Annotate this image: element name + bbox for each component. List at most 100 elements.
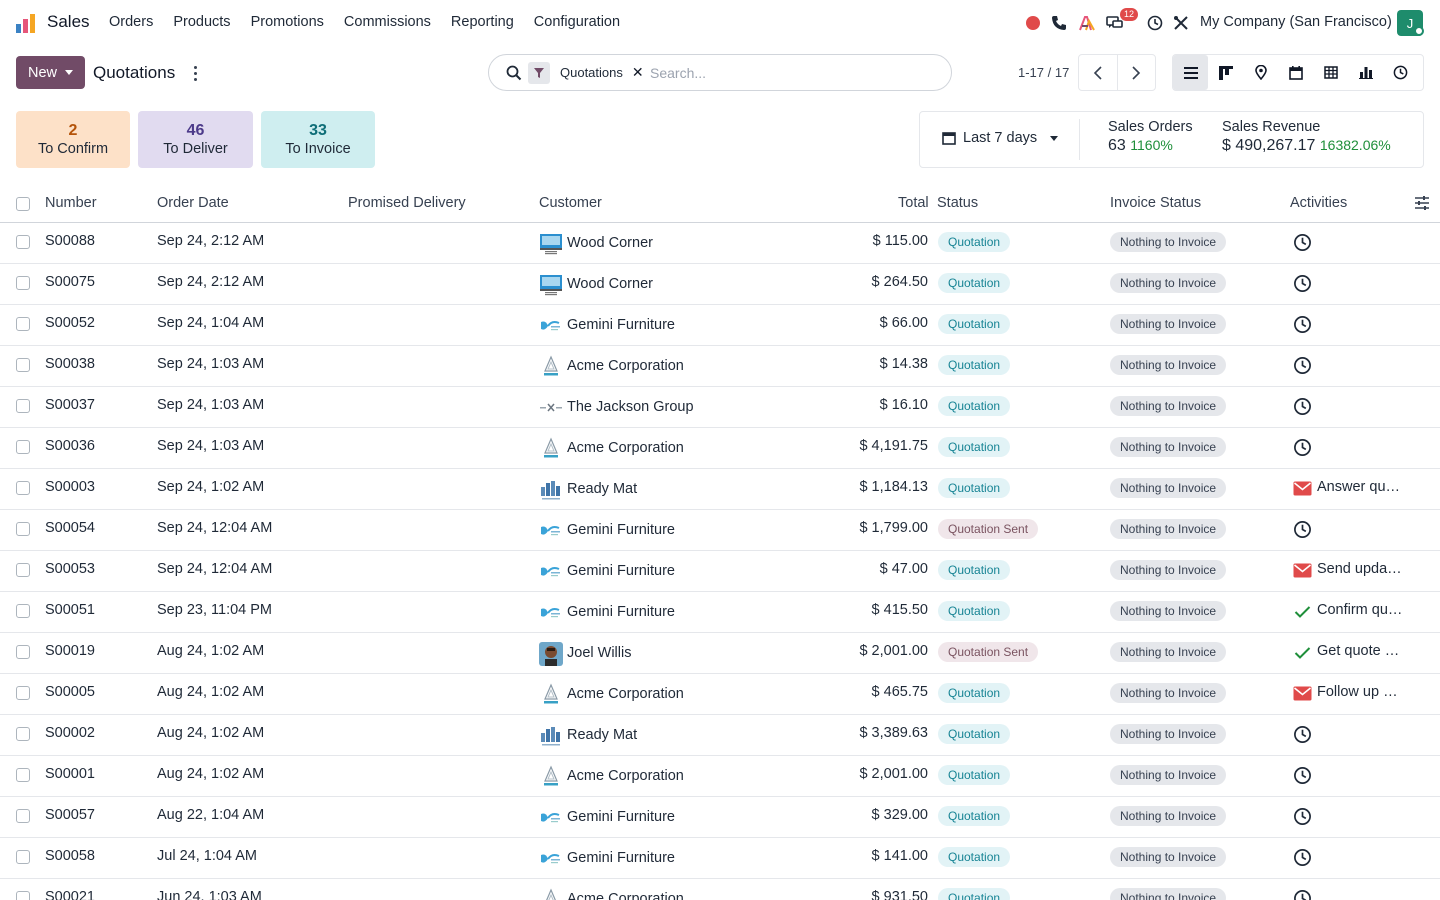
table-row[interactable]: S00003 Sep 24, 1:02 AM Ready Mat $ 1,184.13… (0, 469, 1440, 510)
column-promised-delivery[interactable]: Promised Delivery (348, 195, 466, 211)
activity-view-button[interactable] (1383, 55, 1418, 90)
map-view-button[interactable] (1243, 55, 1278, 90)
table-row[interactable]: S00002 Aug 24, 1:02 AM Ready Mat $ 3,389.63… (0, 715, 1440, 756)
ai-icon[interactable] (1078, 14, 1096, 32)
menu-promotions[interactable]: Promotions (251, 14, 324, 30)
row-checkbox[interactable] (16, 727, 30, 741)
calendar-view-button[interactable] (1278, 55, 1313, 90)
checkmark-icon[interactable] (1293, 643, 1312, 662)
order-total: $ 415.50 (871, 602, 928, 618)
row-checkbox[interactable] (16, 604, 30, 618)
clock-icon[interactable] (1293, 725, 1312, 744)
pivot-view-button[interactable] (1313, 55, 1348, 90)
row-checkbox[interactable] (16, 317, 30, 331)
row-checkbox[interactable] (16, 768, 30, 782)
activity-summary[interactable]: Send upda… (1317, 561, 1402, 577)
activity-summary[interactable]: Answer qu… (1317, 479, 1400, 495)
clock-icon[interactable] (1293, 766, 1312, 785)
new-button[interactable]: New (16, 56, 85, 89)
activity-clock-icon[interactable] (1146, 14, 1164, 32)
checkmark-icon[interactable] (1293, 602, 1312, 621)
column-number[interactable]: Number (45, 195, 97, 211)
table-row[interactable]: S00088 Sep 24, 2:12 AM Wood Corner $ 115.00… (0, 223, 1440, 264)
menu-products[interactable]: Products (173, 14, 230, 30)
column-invoice-status[interactable]: Invoice Status (1110, 195, 1201, 211)
table-row[interactable]: S00037 Sep 24, 1:03 AM The Jackson Group $ … (0, 387, 1440, 428)
clock-icon[interactable] (1293, 397, 1312, 416)
graph-view-button[interactable] (1348, 55, 1383, 90)
activity-summary[interactable]: Follow up … (1317, 684, 1398, 700)
clock-icon[interactable] (1293, 889, 1312, 900)
pager-value[interactable]: 1-17 / 17 (1018, 65, 1069, 80)
clock-icon[interactable] (1293, 807, 1312, 826)
search-input[interactable] (650, 61, 930, 84)
envelope-icon[interactable] (1293, 479, 1312, 498)
table-row[interactable]: S00054 Sep 24, 12:04 AM Gemini Furniture $ … (0, 510, 1440, 551)
search-facet[interactable]: Quotations ✕ (528, 61, 644, 84)
clock-icon[interactable] (1293, 356, 1312, 375)
phone-icon[interactable] (1050, 14, 1068, 32)
menu-configuration[interactable]: Configuration (534, 14, 620, 30)
row-checkbox[interactable] (16, 481, 30, 495)
menu-commissions[interactable]: Commissions (344, 14, 431, 30)
row-checkbox[interactable] (16, 809, 30, 823)
row-checkbox[interactable] (16, 235, 30, 249)
row-checkbox[interactable] (16, 358, 30, 372)
clock-icon[interactable] (1293, 438, 1312, 457)
pager-next-button[interactable] (1116, 55, 1156, 90)
optional-columns-icon[interactable] (1415, 196, 1429, 210)
column-total[interactable]: Total (898, 195, 929, 211)
close-icon[interactable]: ✕ (632, 64, 644, 81)
activity-summary[interactable]: Confirm qu… (1317, 602, 1402, 618)
row-checkbox[interactable] (16, 891, 30, 900)
table-row[interactable]: S00051 Sep 23, 11:04 PM Gemini Furniture $ … (0, 592, 1440, 633)
table-row[interactable]: S00058 Jul 24, 1:04 AM Gemini Furniture $ 1… (0, 838, 1440, 879)
to-deliver-tile[interactable]: 46 To Deliver (138, 111, 253, 168)
clock-icon[interactable] (1293, 315, 1312, 334)
clock-icon[interactable] (1293, 233, 1312, 252)
activity-summary[interactable]: Get quote … (1317, 643, 1399, 659)
table-row[interactable]: S00019 Aug 24, 1:02 AM Joel Willis $ 2,001.… (0, 633, 1440, 674)
sales-app-icon[interactable] (15, 12, 37, 34)
column-customer[interactable]: Customer (539, 195, 602, 211)
row-checkbox[interactable] (16, 563, 30, 577)
list-view-button[interactable] (1173, 55, 1208, 90)
menu-reporting[interactable]: Reporting (451, 14, 514, 30)
clock-icon[interactable] (1293, 520, 1312, 539)
table-row[interactable]: S00057 Aug 22, 1:04 AM Gemini Furniture $ 3… (0, 797, 1440, 838)
column-order-date[interactable]: Order Date (157, 195, 229, 211)
table-row[interactable]: S00075 Sep 24, 2:12 AM Wood Corner $ 264.50… (0, 264, 1440, 305)
app-name[interactable]: Sales (47, 12, 90, 32)
row-checkbox[interactable] (16, 522, 30, 536)
clock-icon[interactable] (1293, 274, 1312, 293)
record-icon[interactable] (1024, 14, 1042, 32)
table-row[interactable]: S00036 Sep 24, 1:03 AM Acme Corporation $ 4… (0, 428, 1440, 469)
menu-orders[interactable]: Orders (109, 14, 153, 30)
envelope-icon[interactable] (1293, 561, 1312, 580)
row-checkbox[interactable] (16, 440, 30, 454)
column-status[interactable]: Status (937, 195, 978, 211)
kanban-view-button[interactable] (1208, 55, 1243, 90)
pager-previous-button[interactable] (1079, 55, 1117, 90)
row-checkbox[interactable] (16, 850, 30, 864)
select-all-checkbox[interactable] (16, 197, 30, 211)
clock-icon[interactable] (1293, 848, 1312, 867)
row-checkbox[interactable] (16, 276, 30, 290)
to-invoice-tile[interactable]: 33 To Invoice (261, 111, 375, 168)
table-row[interactable]: S00053 Sep 24, 12:04 AM Gemini Furniture $ … (0, 551, 1440, 592)
tools-icon[interactable] (1172, 14, 1190, 32)
table-row[interactable]: S00021 Jun 24, 1:03 AM Acme Corporation $ 9… (0, 879, 1440, 900)
table-row[interactable]: S00005 Aug 24, 1:02 AM Acme Corporation $ 4… (0, 674, 1440, 715)
row-checkbox[interactable] (16, 399, 30, 413)
table-row[interactable]: S00038 Sep 24, 1:03 AM Acme Corporation $ 1… (0, 346, 1440, 387)
row-checkbox[interactable] (16, 686, 30, 700)
company-switcher[interactable]: My Company (San Francisco) (1200, 14, 1392, 30)
to-confirm-tile[interactable]: 2 To Confirm (16, 111, 130, 168)
table-row[interactable]: S00052 Sep 24, 1:04 AM Gemini Furniture $ 6… (0, 305, 1440, 346)
envelope-icon[interactable] (1293, 684, 1312, 703)
period-selector[interactable]: Last 7 days (942, 130, 1059, 146)
column-activities[interactable]: Activities (1290, 195, 1347, 211)
kebab-menu-icon[interactable] (190, 64, 200, 82)
row-checkbox[interactable] (16, 645, 30, 659)
table-row[interactable]: S00001 Aug 24, 1:02 AM Acme Corporation $ 2… (0, 756, 1440, 797)
